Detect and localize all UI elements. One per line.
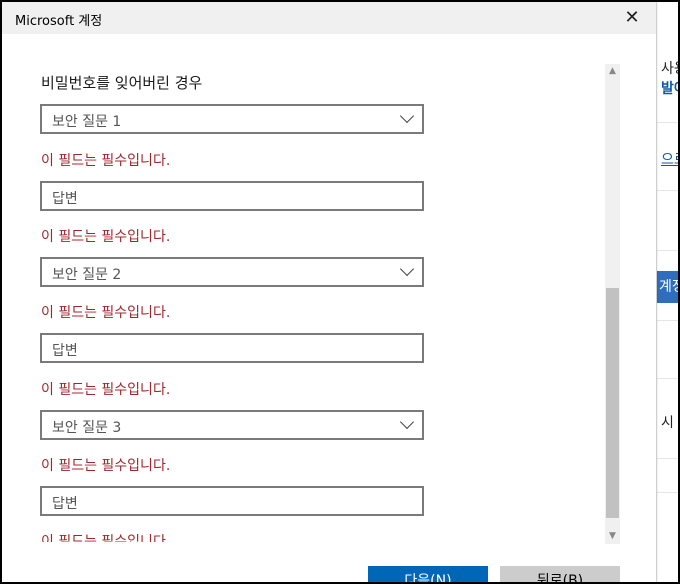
background-text: 시: [661, 415, 674, 431]
error-message: 이 필드는 필수입니다.: [41, 153, 171, 169]
select-value: 보안 질문 1: [52, 114, 122, 130]
divider: [657, 122, 678, 123]
divider: [657, 190, 678, 191]
select-value: 보안 질문 3: [52, 420, 122, 436]
answer-2-input[interactable]: 답변: [40, 333, 424, 363]
screen: 사용 발아 으로 계정 시 Microsoft 계정 ✕ 비밀번호를 잊어버린 …: [2, 2, 678, 582]
input-placeholder: 답변: [52, 496, 78, 512]
next-button[interactable]: 다음(N): [368, 566, 488, 582]
divider: [657, 378, 678, 379]
background-text: 사용: [661, 61, 678, 77]
divider: [657, 492, 678, 493]
close-icon[interactable]: ✕: [618, 6, 646, 30]
error-message: 이 필드는 필수입니다.: [41, 229, 171, 245]
select-value: 보안 질문 2: [52, 267, 122, 283]
input-placeholder: 답변: [52, 343, 78, 359]
background-link[interactable]: 발아: [661, 78, 678, 98]
security-question-2-select[interactable]: 보안 질문 2: [40, 257, 424, 287]
scroll-thumb[interactable]: [606, 288, 619, 518]
chevron-down-icon: [399, 414, 415, 430]
background-button[interactable]: 계정: [657, 271, 678, 303]
title-bar: Microsoft 계정 ✕: [2, 2, 656, 34]
scroll-up-icon[interactable]: ▲: [605, 64, 620, 79]
background-app: 사용 발아 으로 계정 시: [656, 2, 678, 582]
background-link[interactable]: 으로: [661, 149, 678, 169]
scroll-down-icon[interactable]: ▼: [605, 529, 620, 544]
answer-3-input[interactable]: 답변: [40, 486, 424, 516]
divider: [657, 320, 678, 321]
input-placeholder: 답변: [52, 191, 78, 207]
chevron-down-icon: [399, 261, 415, 277]
microsoft-account-dialog: Microsoft 계정 ✕ 비밀번호를 잊어버린 경우 보안 질문 1 이 필…: [2, 2, 656, 582]
vertical-scrollbar[interactable]: ▲ ▼: [605, 64, 620, 544]
window-title: Microsoft 계정: [15, 14, 103, 29]
divider: [657, 458, 678, 459]
error-message: 이 필드는 필수입니다.: [41, 382, 171, 398]
section-heading: 비밀번호를 잊어버린 경우: [41, 74, 203, 92]
error-message: 이 필드는 필수입니다.: [41, 305, 171, 321]
security-question-3-select[interactable]: 보안 질문 3: [40, 410, 424, 440]
dialog-content: 비밀번호를 잊어버린 경우 보안 질문 1 이 필드는 필수입니다. 답변 이 …: [2, 34, 622, 542]
answer-1-input[interactable]: 답변: [40, 181, 424, 211]
error-message: 이 필드는 필수입니다.: [41, 534, 171, 542]
chevron-down-icon: [399, 108, 415, 124]
divider: [657, 250, 678, 251]
back-button[interactable]: 뒤로(B): [500, 566, 620, 582]
error-message: 이 필드는 필수입니다.: [41, 458, 171, 474]
security-question-1-select[interactable]: 보안 질문 1: [40, 104, 424, 134]
